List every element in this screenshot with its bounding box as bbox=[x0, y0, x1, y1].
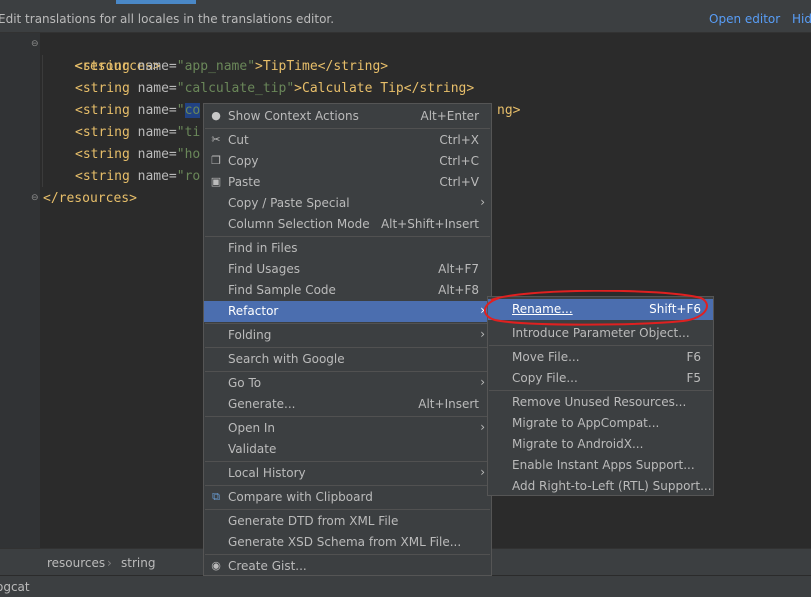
fold-marker-icon[interactable]: ⊖ bbox=[31, 39, 39, 49]
chevron-right-icon: › bbox=[480, 465, 485, 479]
menu-item-find-sample-code[interactable]: Find Sample Code Alt+F8 bbox=[204, 280, 491, 301]
context-menu: ● Show Context Actions Alt+Enter ✂ Cut Ctr… bbox=[203, 103, 492, 576]
menu-item-go-to[interactable]: Go To › bbox=[204, 373, 491, 394]
submenu-item-enable-instant-apps[interactable]: Enable Instant Apps Support... bbox=[488, 455, 713, 476]
menu-item-compare-with-clipboard[interactable]: ⧉ Compare with Clipboard bbox=[204, 487, 491, 508]
menu-item-refactor[interactable]: Refactor › bbox=[204, 301, 491, 322]
menu-item-show-context-actions[interactable]: ● Show Context Actions Alt+Enter bbox=[204, 106, 491, 127]
editor-gutter: ⊖ ⊖ bbox=[0, 33, 40, 548]
breadcrumb-item-string[interactable]: string bbox=[121, 556, 155, 570]
menu-item-validate[interactable]: Validate bbox=[204, 439, 491, 460]
menu-item-copy[interactable]: ❐ Copy Ctrl+C bbox=[204, 151, 491, 172]
menu-separator bbox=[489, 390, 712, 391]
menu-separator bbox=[205, 323, 490, 324]
menu-item-copy-paste-special[interactable]: Copy / Paste Special › bbox=[204, 193, 491, 214]
chevron-right-icon: › bbox=[480, 375, 485, 389]
code-line: <resources> bbox=[74, 59, 161, 74]
translations-banner: Edit translations for all locales in the… bbox=[0, 6, 811, 33]
menu-separator bbox=[205, 128, 490, 129]
menu-item-generate-dtd[interactable]: Generate DTD from XML File bbox=[204, 511, 491, 532]
logcat-tab[interactable]: ogcat bbox=[0, 580, 30, 594]
menu-item-column-selection-mode[interactable]: Column Selection Mode Alt+Shift+Insert bbox=[204, 214, 491, 235]
copy-icon: ❐ bbox=[211, 154, 221, 167]
menu-item-open-in[interactable]: Open In › bbox=[204, 418, 491, 439]
lightbulb-icon: ● bbox=[211, 109, 221, 122]
menu-separator bbox=[205, 347, 490, 348]
menu-item-find-usages[interactable]: Find Usages Alt+F7 bbox=[204, 259, 491, 280]
chevron-right-icon: › bbox=[480, 195, 485, 209]
code-line: <string name="co bbox=[75, 103, 201, 118]
menu-item-find-in-files[interactable]: Find in Files bbox=[204, 238, 491, 259]
menu-item-create-gist[interactable]: ◉ Create Gist... bbox=[204, 556, 491, 577]
menu-item-generate-xsd[interactable]: Generate XSD Schema from XML File... bbox=[204, 532, 491, 553]
bottom-tool-bar: ogcat bbox=[0, 575, 811, 597]
refactor-submenu: Rename... Shift+F6 Introduce Parameter Ob… bbox=[487, 296, 714, 496]
submenu-item-remove-unused-resources[interactable]: Remove Unused Resources... bbox=[488, 392, 713, 413]
submenu-item-move-file[interactable]: Move File... F6 bbox=[488, 347, 713, 368]
menu-item-cut[interactable]: ✂ Cut Ctrl+X bbox=[204, 130, 491, 151]
compare-icon: ⧉ bbox=[212, 490, 220, 503]
paste-icon: ▣ bbox=[210, 175, 222, 188]
chevron-right-icon: › bbox=[480, 303, 485, 317]
hide-link[interactable]: Hide bbox=[792, 12, 811, 26]
menu-separator bbox=[205, 371, 490, 372]
chevron-right-icon: › bbox=[480, 420, 485, 434]
menu-separator bbox=[205, 554, 490, 555]
open-editor-link[interactable]: Open editor bbox=[709, 12, 780, 26]
menu-separator bbox=[205, 416, 490, 417]
submenu-item-migrate-appcompat[interactable]: Migrate to AppCompat... bbox=[488, 413, 713, 434]
submenu-item-rename[interactable]: Rename... Shift+F6 bbox=[488, 299, 713, 320]
menu-item-folding[interactable]: Folding › bbox=[204, 325, 491, 346]
menu-separator bbox=[205, 485, 490, 486]
code-line: <string name="app_name">TipTime</string> bbox=[75, 59, 389, 74]
selected-text: co bbox=[184, 103, 201, 118]
code-line: <string name="ho bbox=[75, 147, 201, 162]
scissors-icon: ✂ bbox=[211, 133, 221, 146]
menu-item-generate[interactable]: Generate... Alt+Insert bbox=[204, 394, 491, 415]
submenu-item-add-rtl-support[interactable]: Add Right-to-Left (RTL) Support... bbox=[488, 476, 713, 497]
submenu-item-introduce-parameter-object[interactable]: Introduce Parameter Object... bbox=[488, 323, 713, 344]
menu-separator bbox=[489, 345, 712, 346]
code-line: <string name="ro bbox=[75, 169, 201, 184]
banner-message: Edit translations for all locales in the… bbox=[0, 12, 335, 26]
menu-separator bbox=[205, 461, 490, 462]
chevron-right-icon: › bbox=[480, 327, 485, 341]
breadcrumb-item-resources[interactable]: resources bbox=[47, 556, 105, 570]
fold-marker-icon[interactable]: ⊖ bbox=[31, 193, 39, 203]
code-line: <string name="calculate_tip">Calculate T… bbox=[75, 81, 475, 96]
github-icon: ◉ bbox=[211, 559, 221, 572]
menu-separator bbox=[205, 509, 490, 510]
code-line-tail: ng> bbox=[497, 103, 521, 118]
submenu-item-copy-file[interactable]: Copy File... F5 bbox=[488, 368, 713, 389]
menu-item-search-with-google[interactable]: Search with Google bbox=[204, 349, 491, 370]
code-line: </resources> bbox=[43, 191, 137, 206]
code-line: <string name="ti bbox=[75, 125, 201, 140]
menu-item-paste[interactable]: ▣ Paste Ctrl+V bbox=[204, 172, 491, 193]
submenu-item-migrate-androidx[interactable]: Migrate to AndroidX... bbox=[488, 434, 713, 455]
menu-separator bbox=[205, 236, 490, 237]
menu-item-local-history[interactable]: Local History › bbox=[204, 463, 491, 484]
active-tab-indicator[interactable] bbox=[116, 0, 196, 4]
breadcrumb-separator: › bbox=[107, 556, 112, 570]
